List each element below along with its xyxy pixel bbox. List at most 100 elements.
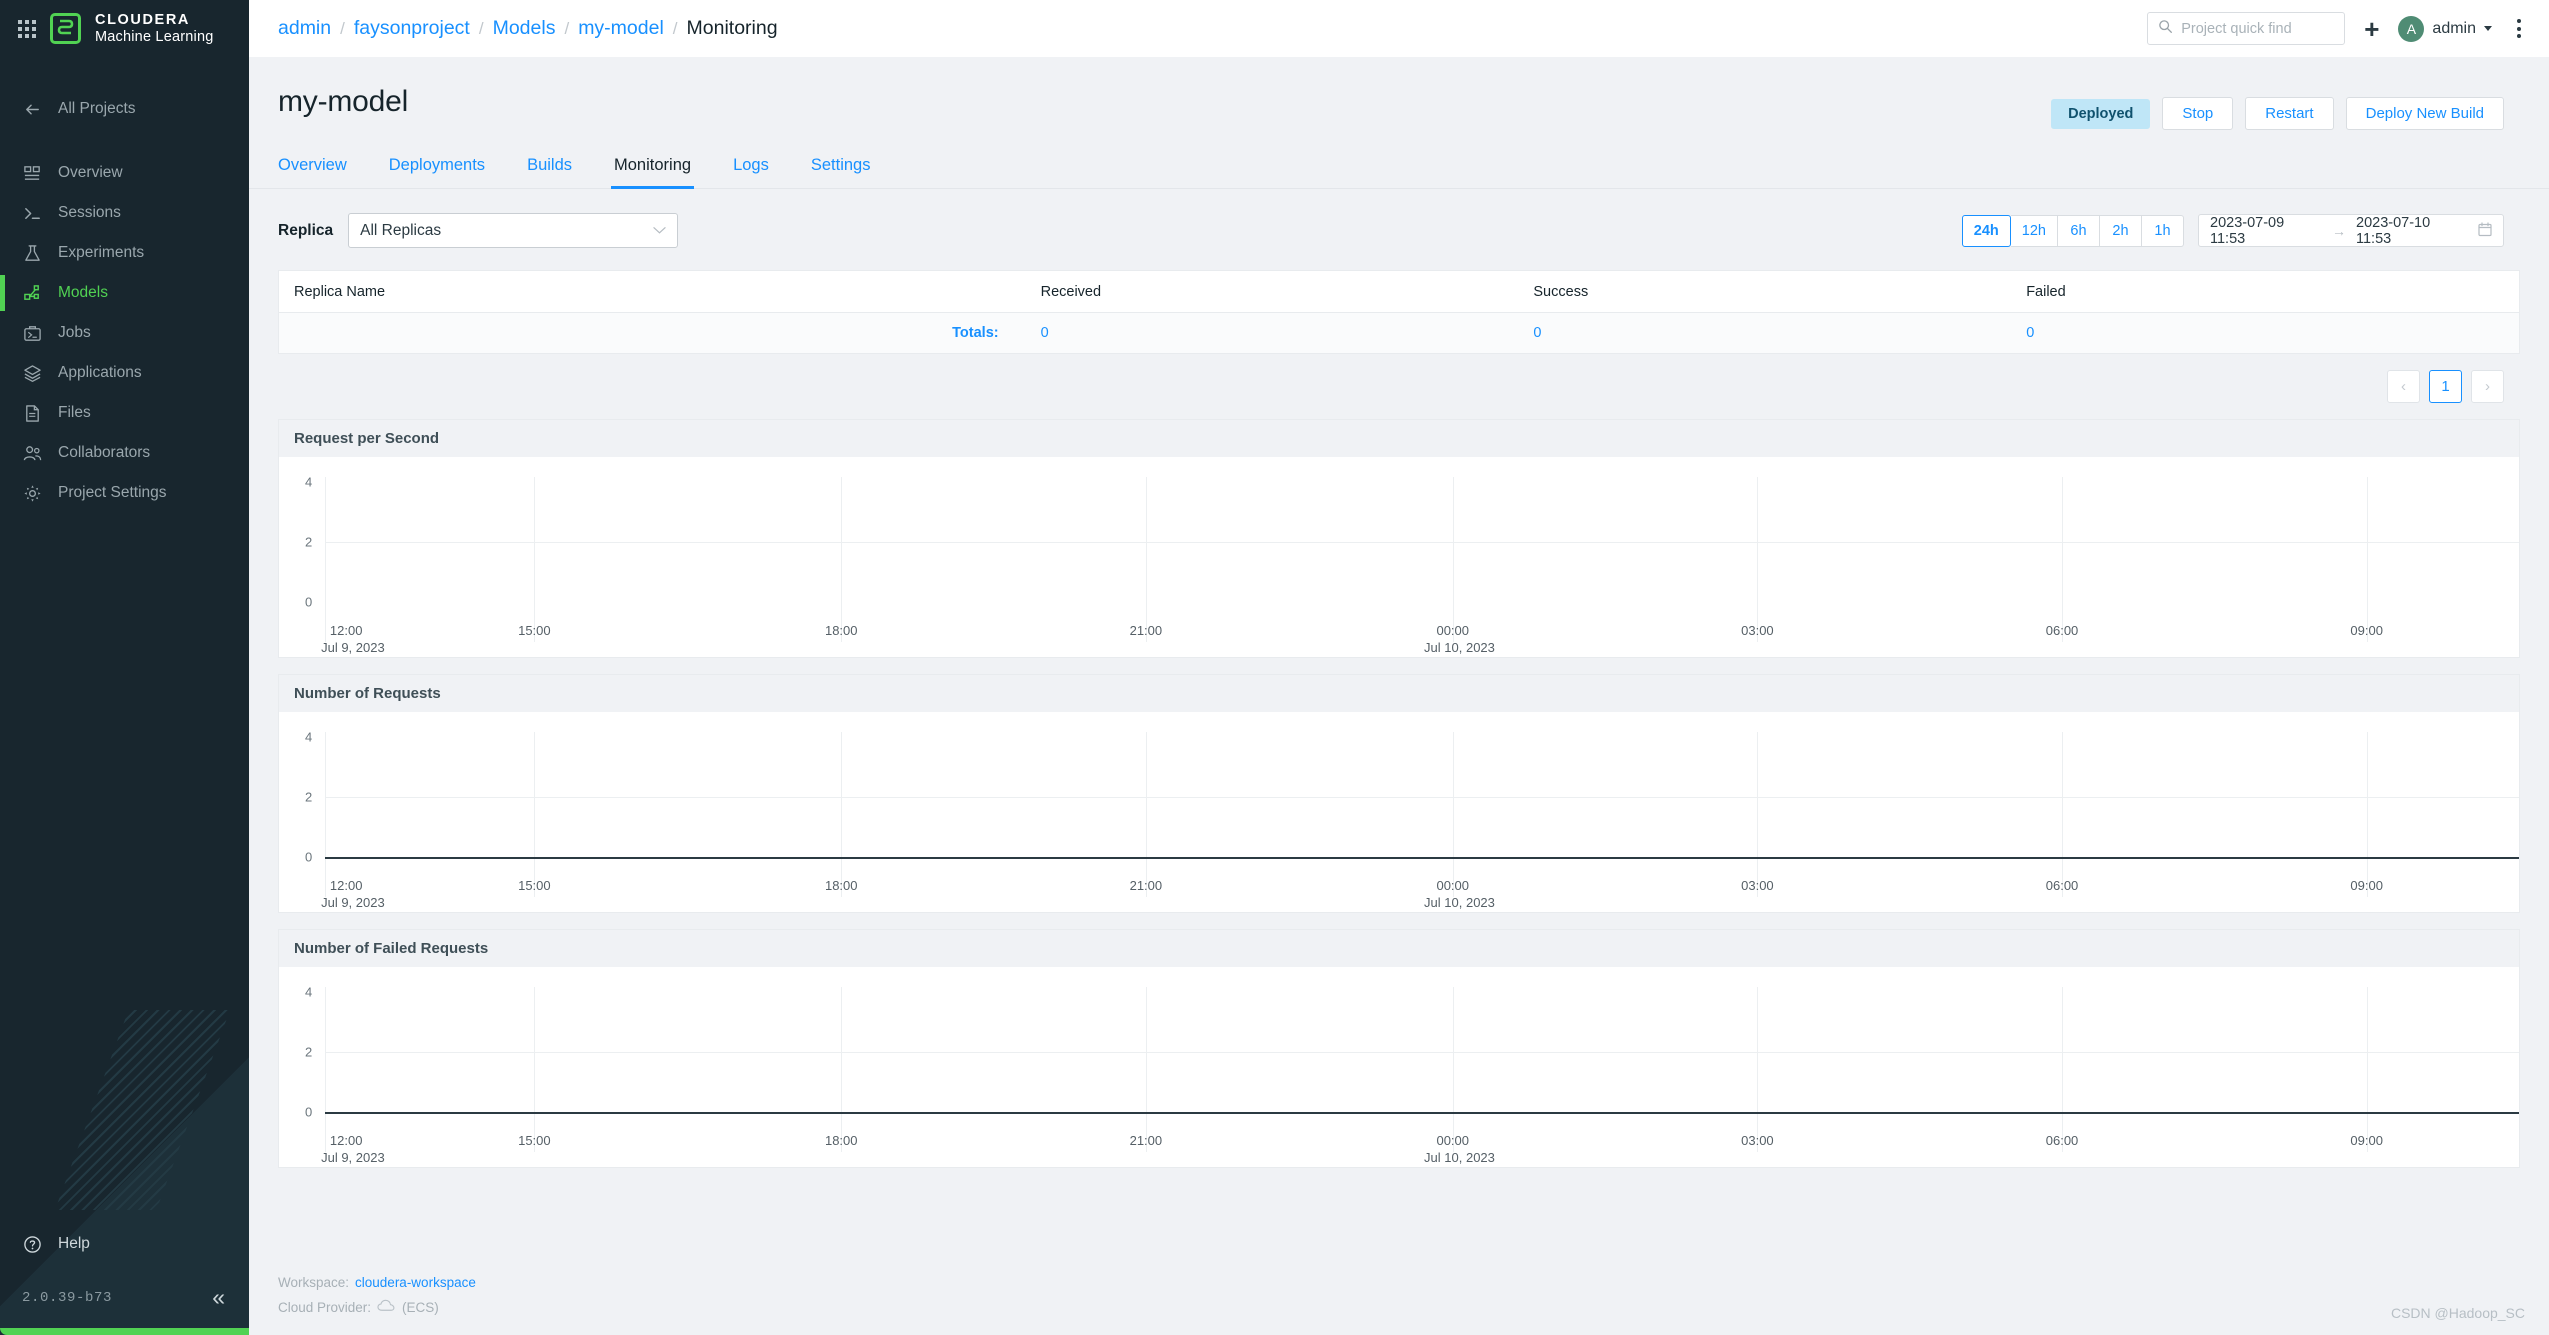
sidebar-item-collaborators[interactable]: Collaborators (0, 433, 249, 473)
question-circle-icon (22, 1234, 43, 1255)
pagination-prev-button[interactable]: ‹ (2387, 370, 2420, 403)
gridline-x-1800 (841, 477, 842, 642)
replica-select-value: All Replicas (360, 222, 441, 240)
gridline-x-2100 (1146, 987, 1147, 1152)
range-button-6h[interactable]: 6h (2058, 215, 2100, 247)
breadcrumb-separator: / (340, 19, 345, 39)
gridline-x-1800 (841, 987, 842, 1152)
date-from[interactable]: 2023-07-09 11:53 (2210, 215, 2322, 247)
chart-body[interactable]: 4 2 0 12:00 15:00 18:00 21:00 (279, 712, 2519, 912)
stop-button[interactable]: Stop (2162, 97, 2233, 130)
deploy-new-build-button[interactable]: Deploy New Build (2346, 97, 2504, 130)
table-row: Totals: 0 0 0 (279, 313, 2519, 353)
tab-logs[interactable]: Logs (733, 152, 769, 188)
chart-plot-area[interactable]: 4 2 0 12:00 15:00 18:00 21:00 (279, 967, 2519, 1167)
range-button-2h[interactable]: 2h (2100, 215, 2142, 247)
date-range-picker[interactable]: 2023-07-09 11:53 → 2023-07-10 11:53 (2198, 214, 2504, 247)
replica-select[interactable]: All Replicas (348, 213, 678, 248)
x-tick-1200: 12:00 (330, 1133, 363, 1148)
tab-builds[interactable]: Builds (527, 152, 572, 188)
search-input[interactable] (2181, 21, 2334, 37)
search-box[interactable] (2147, 12, 2345, 45)
main-content: admin / faysonproject / Models / my-mode… (249, 0, 2549, 1335)
sidebar-item-models[interactable]: Models (0, 273, 249, 313)
sidebar-item-label: Applications (58, 364, 142, 382)
gridline-x-0300 (1757, 987, 1758, 1152)
sidebar-item-applications[interactable]: Applications (0, 353, 249, 393)
breadcrumb-separator: / (564, 19, 569, 39)
y-tick-0: 0 (305, 1105, 312, 1120)
range-button-12h[interactable]: 12h (2011, 215, 2058, 247)
chart-title: Request per Second (294, 430, 439, 447)
sidebar-item-project-settings[interactable]: Project Settings (0, 473, 249, 513)
cell-failed[interactable]: 0 (2026, 325, 2519, 341)
tab-settings[interactable]: Settings (811, 152, 871, 188)
tab-overview[interactable]: Overview (278, 152, 347, 188)
restart-button[interactable]: Restart (2245, 97, 2333, 130)
chart-body[interactable]: 4 2 0 12:00 15:00 18:00 21:00 0 (279, 457, 2519, 657)
sidebar-nav: All Projects Overview Sessions Experimen… (0, 89, 249, 513)
user-menu[interactable]: A admin (2398, 16, 2492, 42)
chevron-down-icon (653, 223, 666, 238)
chart-plot-area[interactable]: 4 2 0 12:00 15:00 18:00 21:00 (279, 712, 2519, 912)
page-header: my-model Deployed Stop Restart Deploy Ne… (249, 57, 2549, 130)
chevron-double-left-icon[interactable]: « (212, 1286, 225, 1309)
cell-received[interactable]: 0 (1041, 325, 1534, 341)
x-tick-0300: 03:00 (1741, 1133, 1774, 1148)
user-name: admin (2432, 20, 2476, 38)
gridline-x-0600 (2062, 477, 2063, 642)
sidebar-item-label: Models (58, 284, 108, 302)
x-tick-1800: 18:00 (825, 878, 858, 893)
sidebar-item-files[interactable]: Files (0, 393, 249, 433)
x-tick-0300: 03:00 (1741, 878, 1774, 893)
y-axis-line (325, 987, 326, 1152)
app-grid-icon[interactable] (18, 20, 36, 38)
sidebar-item-jobs[interactable]: Jobs (0, 313, 249, 353)
gridline-x-1800 (841, 732, 842, 897)
y-tick-4: 4 (305, 730, 312, 745)
footer-provider-label: Cloud Provider: (278, 1296, 371, 1321)
arrow-left-icon (22, 99, 43, 120)
tab-monitoring[interactable]: Monitoring (614, 152, 691, 188)
plus-icon[interactable]: + (2364, 16, 2379, 42)
sidebar-item-sessions[interactable]: Sessions (0, 193, 249, 233)
breadcrumb-item-admin[interactable]: admin (278, 17, 331, 40)
cloud-icon (377, 1296, 396, 1321)
footer-workspace: Workspace: cloudera-workspace (278, 1271, 2520, 1296)
sidebar-item-help[interactable]: Help (0, 1224, 249, 1264)
breadcrumb-item-models[interactable]: Models (493, 17, 556, 40)
sidebar-item-label: Files (58, 404, 91, 422)
chart-body[interactable]: 4 2 0 12:00 15:00 18:00 21:00 (279, 967, 2519, 1167)
sidebar-item-all-projects[interactable]: All Projects (0, 89, 249, 129)
x-tick-1800: 18:00 (825, 623, 858, 638)
x-tick-1500: 15:00 (518, 623, 551, 638)
sidebar-item-label: Sessions (58, 204, 121, 222)
date-to[interactable]: 2023-07-10 11:53 (2356, 215, 2468, 247)
replica-table: Replica Name Received Success Failed Tot… (278, 270, 2520, 354)
gridline-y2 (325, 797, 2519, 798)
brand-line1: CLOUDERA (95, 12, 213, 28)
gridline-x-0000 (1453, 477, 1454, 642)
chart-plot-area[interactable]: 4 2 0 12:00 15:00 18:00 21:00 0 (279, 457, 2519, 657)
column-header-received: Received (1041, 284, 1534, 300)
range-button-1h[interactable]: 1h (2142, 215, 2184, 247)
file-icon (22, 403, 43, 424)
range-button-24h[interactable]: 24h (1962, 215, 2011, 247)
pagination-page-1[interactable]: 1 (2429, 370, 2462, 403)
sidebar-item-experiments[interactable]: Experiments (0, 233, 249, 273)
breadcrumb-item-my-model[interactable]: my-model (578, 17, 664, 40)
tab-deployments[interactable]: Deployments (389, 152, 485, 188)
sidebar-spacer (0, 513, 249, 1224)
scrollbar[interactable] (2543, 57, 2549, 1335)
gridline-x-0300 (1757, 477, 1758, 642)
footer-workspace-link[interactable]: cloudera-workspace (355, 1271, 476, 1296)
breadcrumb-item-project[interactable]: faysonproject (354, 17, 470, 40)
pagination-next-button[interactable]: › (2471, 370, 2504, 403)
sidebar-item-overview[interactable]: Overview (0, 153, 249, 193)
more-vertical-icon[interactable] (2511, 19, 2533, 38)
chevron-down-icon (2484, 26, 2492, 31)
x-tick-0900: 09:00 (2350, 1133, 2383, 1148)
cell-success[interactable]: 0 (1533, 325, 2026, 341)
chart-card-number-of-failed-requests: Number of Failed Requests 4 2 0 (278, 929, 2520, 1168)
calendar-icon[interactable] (2478, 222, 2492, 240)
